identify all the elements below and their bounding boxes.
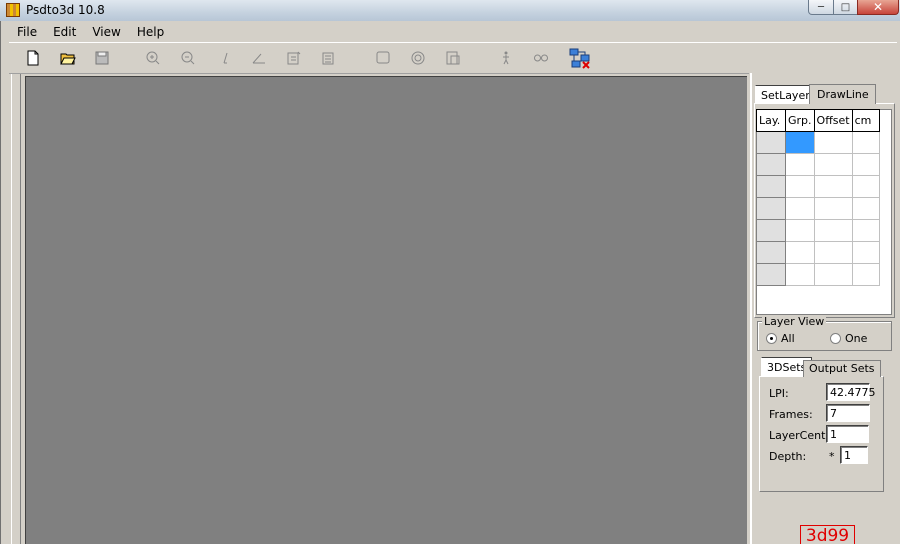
layer-view-title: Layer View — [762, 315, 827, 328]
table-cell[interactable] — [851, 131, 880, 154]
target-icon[interactable] — [408, 48, 428, 68]
table-row — [756, 263, 880, 286]
angle-tool-icon[interactable] — [249, 48, 269, 68]
table-cell[interactable] — [813, 153, 853, 176]
frames-label: Frames: — [769, 408, 813, 421]
figure-icon[interactable] — [496, 48, 516, 68]
table-cell[interactable] — [851, 219, 880, 242]
row-header[interactable] — [756, 131, 786, 154]
table-cell-selected[interactable] — [785, 131, 815, 154]
new-file-icon[interactable] — [23, 48, 43, 68]
row-header[interactable] — [756, 263, 786, 286]
app-icon — [6, 3, 20, 17]
minimize-button[interactable]: ─ — [808, 0, 834, 15]
table-cell[interactable] — [813, 241, 853, 264]
right-panel: SetLayer DrawLine Lay. Grp. Offset cm La… — [750, 73, 900, 544]
menu-edit[interactable]: Edit — [45, 23, 84, 41]
edit-layer-icon[interactable] — [284, 48, 304, 68]
title-bar: Psdto3d 10.8 ─ □ ✕ — [0, 0, 900, 21]
radio-all[interactable]: All — [766, 332, 795, 345]
row-header[interactable] — [756, 175, 786, 198]
table-cell[interactable] — [813, 219, 853, 242]
canvas-frame — [9, 73, 749, 544]
main-window: File Edit View Help SetLayer DrawLine La… — [0, 21, 900, 544]
canvas-ruler — [11, 74, 21, 544]
network-close-icon[interactable] — [567, 45, 593, 71]
table-cell[interactable] — [785, 219, 815, 242]
table-cell[interactable] — [813, 175, 853, 198]
layer-table: Lay. Grp. Offset cm — [756, 109, 880, 286]
layercenter-field[interactable]: 1 — [826, 425, 869, 443]
layer-view-group: Layer View All One — [757, 315, 892, 351]
col-header-lay: Lay. — [756, 109, 786, 132]
table-header-row: Lay. Grp. Offset cm — [756, 109, 880, 132]
window-title: Psdto3d 10.8 — [26, 3, 105, 17]
table-row — [756, 241, 880, 264]
table-row — [756, 197, 880, 220]
table-cell[interactable] — [785, 175, 815, 198]
row-header[interactable] — [756, 241, 786, 264]
table-cell[interactable] — [813, 263, 853, 286]
table-cell[interactable] — [851, 153, 880, 176]
table-cell[interactable] — [813, 197, 853, 220]
menu-help[interactable]: Help — [129, 23, 172, 41]
depth-field[interactable]: 1 — [840, 446, 868, 464]
col-header-offset: Offset — [813, 109, 853, 132]
lpi-field[interactable]: 42.4775 — [826, 383, 876, 401]
table-cell[interactable] — [785, 263, 815, 286]
table-cell[interactable] — [851, 263, 880, 286]
maximize-button[interactable]: □ — [833, 0, 858, 15]
lpi-label: LPI: — [769, 387, 789, 400]
col-header-grp: Grp. — [785, 109, 815, 132]
radio-all-icon[interactable] — [766, 333, 777, 344]
save-icon[interactable] — [92, 48, 112, 68]
toolbar — [9, 42, 897, 72]
brand-logo: 3d99 — [800, 525, 855, 544]
menu-bar: File Edit View Help — [9, 23, 172, 41]
radio-one-icon[interactable] — [830, 333, 841, 344]
row-header[interactable] — [756, 197, 786, 220]
preview-icon[interactable] — [443, 48, 463, 68]
close-button[interactable]: ✕ — [857, 0, 899, 15]
tab-drawline[interactable]: DrawLine — [809, 84, 876, 104]
table-cell[interactable] — [813, 131, 853, 154]
tab-output-sets[interactable]: Output Sets — [803, 360, 881, 377]
tab-setlayer[interactable]: SetLayer — [755, 85, 816, 104]
frame-icon[interactable] — [373, 48, 393, 68]
frames-field[interactable]: 7 — [826, 404, 870, 422]
table-cell[interactable] — [785, 153, 815, 176]
menu-view[interactable]: View — [84, 23, 128, 41]
table-cell[interactable] — [851, 197, 880, 220]
row-header[interactable] — [756, 219, 786, 242]
depth-label: Depth: — [769, 450, 807, 463]
radio-one-label: One — [845, 332, 868, 345]
radio-all-label: All — [781, 332, 795, 345]
table-cell[interactable] — [785, 197, 815, 220]
depth-sign: * — [829, 450, 835, 463]
table-row — [756, 219, 880, 242]
table-cell[interactable] — [851, 241, 880, 264]
table-row — [756, 175, 880, 198]
zoom-in-icon[interactable] — [143, 48, 163, 68]
table-cell[interactable] — [785, 241, 815, 264]
radio-one[interactable]: One — [830, 332, 867, 345]
row-header[interactable] — [756, 153, 786, 176]
col-header-cm: cm — [851, 109, 880, 132]
menu-file[interactable]: File — [9, 23, 45, 41]
zoom-out-icon[interactable] — [178, 48, 198, 68]
glasses-icon[interactable] — [531, 48, 551, 68]
table-cell[interactable] — [851, 175, 880, 198]
table-row — [756, 153, 880, 176]
canvas-area[interactable] — [25, 76, 747, 544]
table-row — [756, 131, 880, 154]
open-folder-icon[interactable] — [58, 48, 78, 68]
layer-settings-icon[interactable] — [319, 48, 339, 68]
draw-tool-icon[interactable] — [216, 48, 236, 68]
